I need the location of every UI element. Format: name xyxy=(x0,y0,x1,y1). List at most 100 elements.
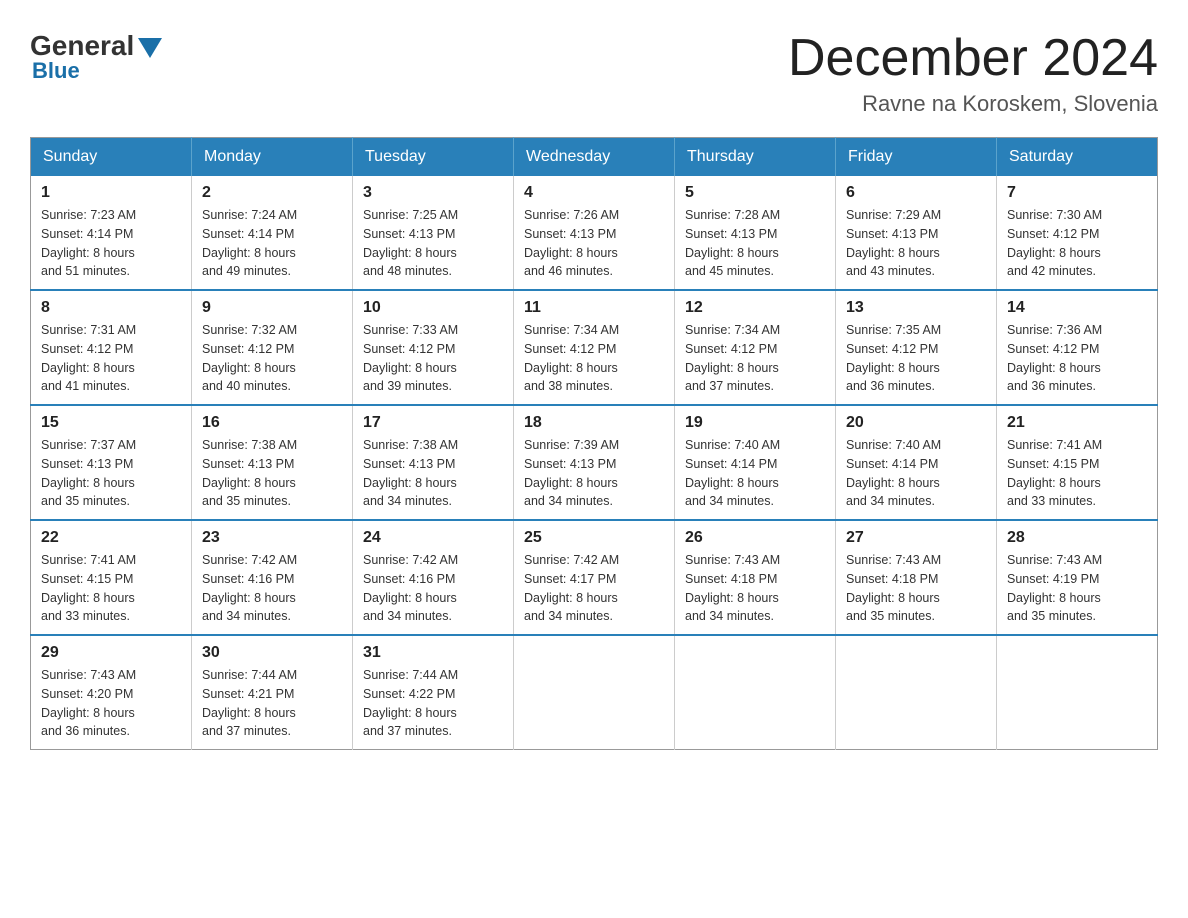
day-number: 1 xyxy=(41,184,181,202)
calendar-cell: 29Sunrise: 7:43 AMSunset: 4:20 PMDayligh… xyxy=(31,635,192,750)
page-header: General Blue December 2024 Ravne na Koro… xyxy=(30,30,1158,117)
day-info: Sunrise: 7:25 AMSunset: 4:13 PMDaylight:… xyxy=(363,206,503,281)
calendar-cell: 7Sunrise: 7:30 AMSunset: 4:12 PMDaylight… xyxy=(997,176,1158,290)
day-info: Sunrise: 7:41 AMSunset: 4:15 PMDaylight:… xyxy=(1007,436,1147,511)
day-number: 27 xyxy=(846,529,986,547)
calendar-cell: 28Sunrise: 7:43 AMSunset: 4:19 PMDayligh… xyxy=(997,520,1158,635)
day-number: 10 xyxy=(363,299,503,317)
calendar-cell: 23 Sunrise: 7:42 AMSunset: 4:16 PMDayligh… xyxy=(192,520,353,635)
header-sunday: Sunday xyxy=(31,138,192,177)
day-number: 22 xyxy=(41,529,181,547)
calendar-cell: 14 Sunrise: 7:36 AMSunset: 4:12 PMDayligh… xyxy=(997,290,1158,405)
day-number: 8 xyxy=(41,299,181,317)
day-number: 14 xyxy=(1007,299,1147,317)
calendar-cell: 4Sunrise: 7:26 AMSunset: 4:13 PMDaylight… xyxy=(514,176,675,290)
logo-blue: Blue xyxy=(32,58,80,84)
header-thursday: Thursday xyxy=(675,138,836,177)
day-info: Sunrise: 7:29 AMSunset: 4:13 PMDaylight:… xyxy=(846,206,986,281)
day-number: 21 xyxy=(1007,414,1147,432)
calendar-cell xyxy=(997,635,1158,750)
day-number: 17 xyxy=(363,414,503,432)
calendar-cell: 25 Sunrise: 7:42 AMSunset: 4:17 PMDayligh… xyxy=(514,520,675,635)
day-number: 3 xyxy=(363,184,503,202)
page-title: December 2024 xyxy=(788,30,1158,87)
day-info: Sunrise: 7:23 AMSunset: 4:14 PMDaylight:… xyxy=(41,206,181,281)
day-info: Sunrise: 7:38 AMSunset: 4:13 PMDaylight:… xyxy=(363,436,503,511)
weekday-header-row: Sunday Monday Tuesday Wednesday Thursday… xyxy=(31,138,1158,177)
header-saturday: Saturday xyxy=(997,138,1158,177)
day-info: Sunrise: 7:35 AMSunset: 4:12 PMDaylight:… xyxy=(846,321,986,396)
day-number: 15 xyxy=(41,414,181,432)
calendar-cell: 26 Sunrise: 7:43 AMSunset: 4:18 PMDayligh… xyxy=(675,520,836,635)
header-tuesday: Tuesday xyxy=(353,138,514,177)
day-info: Sunrise: 7:31 AMSunset: 4:12 PMDaylight:… xyxy=(41,321,181,396)
day-number: 23 xyxy=(202,529,342,547)
day-info: Sunrise: 7:24 AMSunset: 4:14 PMDaylight:… xyxy=(202,206,342,281)
day-info: Sunrise: 7:43 AMSunset: 4:18 PMDaylight:… xyxy=(846,551,986,626)
day-number: 2 xyxy=(202,184,342,202)
header-friday: Friday xyxy=(836,138,997,177)
day-number: 4 xyxy=(524,184,664,202)
day-info: Sunrise: 7:32 AMSunset: 4:12 PMDaylight:… xyxy=(202,321,342,396)
day-info: Sunrise: 7:44 AMSunset: 4:22 PMDaylight:… xyxy=(363,666,503,741)
day-number: 25 xyxy=(524,529,664,547)
day-number: 19 xyxy=(685,414,825,432)
day-info: Sunrise: 7:28 AMSunset: 4:13 PMDaylight:… xyxy=(685,206,825,281)
day-number: 5 xyxy=(685,184,825,202)
calendar-cell: 3 Sunrise: 7:25 AMSunset: 4:13 PMDaylight… xyxy=(353,176,514,290)
day-number: 26 xyxy=(685,529,825,547)
calendar-cell: 30Sunrise: 7:44 AMSunset: 4:21 PMDayligh… xyxy=(192,635,353,750)
calendar-cell: 5 Sunrise: 7:28 AMSunset: 4:13 PMDaylight… xyxy=(675,176,836,290)
day-number: 20 xyxy=(846,414,986,432)
calendar-cell xyxy=(836,635,997,750)
day-number: 6 xyxy=(846,184,986,202)
calendar-cell: 21 Sunrise: 7:41 AMSunset: 4:15 PMDayligh… xyxy=(997,405,1158,520)
calendar-week-row: 1 Sunrise: 7:23 AMSunset: 4:14 PMDaylight… xyxy=(31,176,1158,290)
day-info: Sunrise: 7:42 AMSunset: 4:16 PMDaylight:… xyxy=(202,551,342,626)
calendar-week-row: 22 Sunrise: 7:41 AMSunset: 4:15 PMDayligh… xyxy=(31,520,1158,635)
header-monday: Monday xyxy=(192,138,353,177)
day-number: 7 xyxy=(1007,184,1147,202)
day-info: Sunrise: 7:41 AMSunset: 4:15 PMDaylight:… xyxy=(41,551,181,626)
calendar-week-row: 29Sunrise: 7:43 AMSunset: 4:20 PMDayligh… xyxy=(31,635,1158,750)
header-wednesday: Wednesday xyxy=(514,138,675,177)
calendar-cell: 6 Sunrise: 7:29 AMSunset: 4:13 PMDaylight… xyxy=(836,176,997,290)
day-info: Sunrise: 7:33 AMSunset: 4:12 PMDaylight:… xyxy=(363,321,503,396)
day-number: 31 xyxy=(363,644,503,662)
calendar-cell: 2 Sunrise: 7:24 AMSunset: 4:14 PMDaylight… xyxy=(192,176,353,290)
day-number: 29 xyxy=(41,644,181,662)
calendar-cell: 8 Sunrise: 7:31 AMSunset: 4:12 PMDaylight… xyxy=(31,290,192,405)
day-number: 16 xyxy=(202,414,342,432)
calendar-cell: 31 Sunrise: 7:44 AMSunset: 4:22 PMDayligh… xyxy=(353,635,514,750)
calendar-cell: 15 Sunrise: 7:37 AMSunset: 4:13 PMDayligh… xyxy=(31,405,192,520)
calendar-cell: 1 Sunrise: 7:23 AMSunset: 4:14 PMDaylight… xyxy=(31,176,192,290)
day-number: 11 xyxy=(524,299,664,317)
calendar-cell: 24Sunrise: 7:42 AMSunset: 4:16 PMDayligh… xyxy=(353,520,514,635)
calendar-cell: 18Sunrise: 7:39 AMSunset: 4:13 PMDayligh… xyxy=(514,405,675,520)
day-number: 24 xyxy=(363,529,503,547)
calendar-cell: 27 Sunrise: 7:43 AMSunset: 4:18 PMDayligh… xyxy=(836,520,997,635)
logo-arrow-icon xyxy=(138,38,162,58)
day-info: Sunrise: 7:40 AMSunset: 4:14 PMDaylight:… xyxy=(846,436,986,511)
calendar-cell: 10 Sunrise: 7:33 AMSunset: 4:12 PMDayligh… xyxy=(353,290,514,405)
calendar-cell: 12Sunrise: 7:34 AMSunset: 4:12 PMDayligh… xyxy=(675,290,836,405)
calendar-cell: 19Sunrise: 7:40 AMSunset: 4:14 PMDayligh… xyxy=(675,405,836,520)
day-info: Sunrise: 7:38 AMSunset: 4:13 PMDaylight:… xyxy=(202,436,342,511)
logo: General Blue xyxy=(30,30,162,84)
day-info: Sunrise: 7:36 AMSunset: 4:12 PMDaylight:… xyxy=(1007,321,1147,396)
page-subtitle: Ravne na Koroskem, Slovenia xyxy=(788,91,1158,117)
day-info: Sunrise: 7:34 AMSunset: 4:12 PMDaylight:… xyxy=(685,321,825,396)
calendar-cell: 20 Sunrise: 7:40 AMSunset: 4:14 PMDayligh… xyxy=(836,405,997,520)
calendar-table: Sunday Monday Tuesday Wednesday Thursday… xyxy=(30,137,1158,750)
calendar-week-row: 15 Sunrise: 7:37 AMSunset: 4:13 PMDayligh… xyxy=(31,405,1158,520)
title-block: December 2024 Ravne na Koroskem, Sloveni… xyxy=(788,30,1158,117)
day-info: Sunrise: 7:44 AMSunset: 4:21 PMDaylight:… xyxy=(202,666,342,741)
day-info: Sunrise: 7:37 AMSunset: 4:13 PMDaylight:… xyxy=(41,436,181,511)
calendar-cell: 17 Sunrise: 7:38 AMSunset: 4:13 PMDayligh… xyxy=(353,405,514,520)
calendar-cell: 22 Sunrise: 7:41 AMSunset: 4:15 PMDayligh… xyxy=(31,520,192,635)
calendar-cell xyxy=(675,635,836,750)
day-info: Sunrise: 7:43 AMSunset: 4:18 PMDaylight:… xyxy=(685,551,825,626)
day-info: Sunrise: 7:42 AMSunset: 4:17 PMDaylight:… xyxy=(524,551,664,626)
calendar-cell xyxy=(514,635,675,750)
calendar-cell: 16 Sunrise: 7:38 AMSunset: 4:13 PMDayligh… xyxy=(192,405,353,520)
